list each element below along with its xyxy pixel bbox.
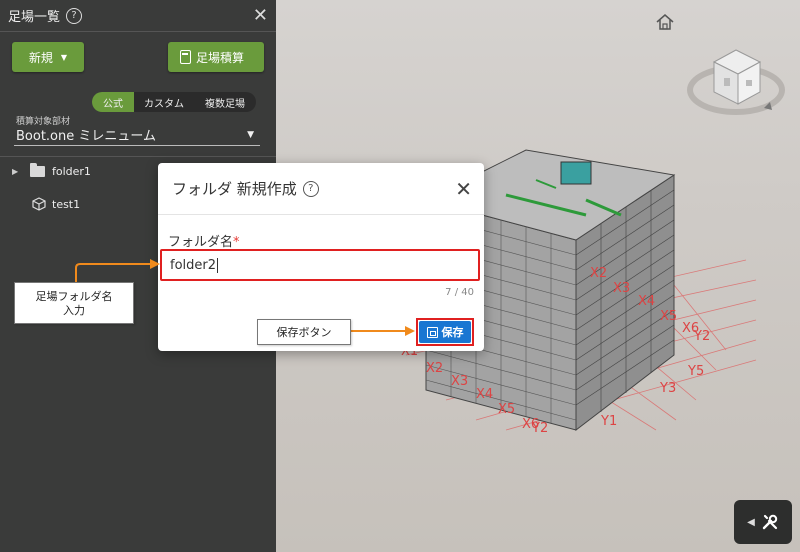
required-mark: * (233, 235, 240, 250)
grid-label: Y1 (600, 414, 617, 429)
wrench-screwdriver-icon (762, 514, 778, 530)
grid-label: Y2 (531, 421, 548, 436)
save-icon (426, 326, 438, 338)
save-button[interactable]: 保存 (416, 318, 474, 346)
chevron-left-icon: ◀ (747, 516, 755, 528)
tree-item-folder[interactable]: ▶ folder1 (0, 160, 91, 182)
new-button-label: 新規 (28, 50, 53, 65)
folder-name-callout: 足場フォルダ名 入力 (14, 282, 134, 324)
grid-label: X2 (590, 266, 607, 281)
folder-name-label: フォルダ名* (168, 231, 240, 250)
save-button-label: 保存 (441, 326, 464, 339)
callout-line: 足場フォルダ名 (35, 290, 113, 303)
grid-label: X3 (613, 281, 630, 296)
new-button[interactable]: 新規 ▼ (12, 42, 84, 72)
grid-label: X4 (638, 294, 655, 309)
caret-right-icon[interactable]: ▶ (12, 167, 24, 176)
grid-label: X3 (451, 374, 468, 389)
grid-label: X5 (660, 309, 677, 324)
scaffold-type-toggle[interactable]: 公式 カスタム 複数足場 (92, 92, 256, 112)
folder-name-label-text: フォルダ名 (168, 235, 234, 250)
grid-label: X2 (426, 361, 443, 376)
help-icon[interactable]: ? (302, 180, 319, 197)
folder-icon (30, 162, 45, 177)
grid-label: X4 (476, 387, 493, 402)
home-icon[interactable] (654, 12, 676, 32)
scaffold-calc-button[interactable]: 足場積算 (168, 42, 264, 72)
grid-label: Y5 (687, 364, 704, 379)
folder-name-input[interactable]: folder2 (160, 249, 480, 281)
segment-custom[interactable]: カスタム (134, 92, 194, 112)
caret-down-icon: ▼ (247, 129, 254, 140)
char-count: 7 / 40 (445, 287, 474, 298)
grid-label: Y2 (693, 329, 710, 344)
caret-down-icon: ▼ (60, 52, 68, 62)
save-button-callout: 保存ボタン (257, 319, 351, 345)
target-material-value: Boot.one ミレニューム (16, 129, 156, 144)
dialog-title: フォルダ 新規作成 (172, 180, 297, 198)
panel-title: 足場一覧 (8, 10, 61, 25)
segment-multiple[interactable]: 複数足場 (194, 92, 256, 112)
cube-icon (32, 197, 46, 211)
dialog-header: フォルダ 新規作成 ? ✕ (158, 163, 484, 215)
tools-button[interactable]: ◀ (734, 500, 792, 544)
close-icon[interactable]: ✕ (253, 5, 268, 26)
scaffold-calc-label: 足場積算 (196, 50, 245, 65)
close-icon[interactable]: ✕ (455, 177, 472, 201)
navigation-cube-icon[interactable] (684, 32, 788, 124)
help-icon[interactable]: ? (66, 7, 83, 24)
divider (0, 156, 276, 157)
segment-official[interactable]: 公式 (92, 92, 134, 112)
tree-item-model[interactable]: test1 (0, 193, 80, 215)
tree-item-label: test1 (52, 197, 81, 211)
callout-line: 入力 (63, 304, 85, 317)
folder-name-value: folder2 (170, 257, 219, 273)
grid-label: X5 (498, 402, 515, 417)
grid-label: Y3 (659, 381, 676, 396)
calculator-icon (180, 50, 191, 64)
target-material-select[interactable]: Boot.one ミレニューム ▼ (14, 124, 260, 146)
tree-item-label: folder1 (52, 164, 91, 178)
panel-header: 足場一覧 ? ✕ (0, 0, 276, 32)
